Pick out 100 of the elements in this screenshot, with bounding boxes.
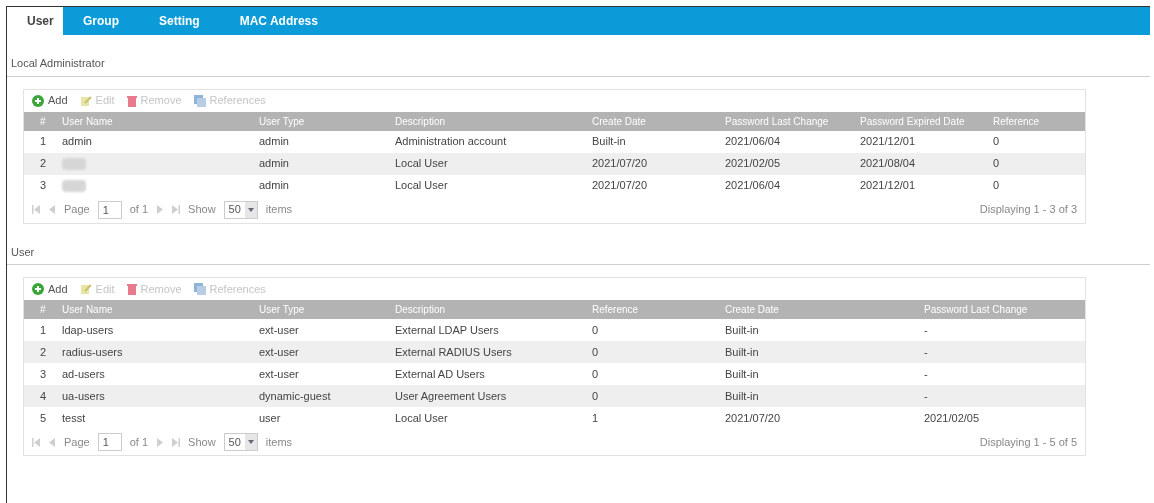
edit-icon bbox=[79, 283, 92, 295]
table-cell-text: Local User bbox=[395, 178, 449, 194]
tab[interactable]: User bbox=[7, 7, 63, 35]
table-cell-text: 0 bbox=[993, 134, 1001, 150]
table-cell-text: 1 bbox=[592, 410, 600, 426]
table-cell-text: 2021/06/04 bbox=[725, 134, 782, 150]
last-page-icon[interactable] bbox=[172, 437, 181, 447]
table-row[interactable]: 4 ua-users dynamic-guest User Agreement Users 0 Built-in - bbox=[24, 385, 1085, 407]
table-cell-text: user bbox=[259, 410, 282, 426]
table-cell-text: 0 bbox=[592, 388, 600, 404]
table-cell-text: ad-users bbox=[62, 366, 106, 382]
table-row[interactable]: 2 admin Local User 2021/07/20 2021/02/05 2021/08/04 0 bbox=[24, 152, 1085, 175]
table-cell-text: admin bbox=[259, 178, 290, 194]
column-header: Description bbox=[395, 303, 447, 317]
table-cell-text: ua-users bbox=[62, 388, 106, 404]
column-header: Description bbox=[395, 114, 447, 129]
add-icon bbox=[32, 94, 44, 107]
page-size-select[interactable]: 50 bbox=[223, 433, 258, 451]
table-cell-text: 2 bbox=[40, 344, 48, 360]
table-cell-text: 1 bbox=[40, 134, 48, 150]
table-cell-text: External LDAP Users bbox=[395, 322, 500, 338]
table-cell-text: admin bbox=[259, 156, 290, 172]
column-header: User Type bbox=[259, 114, 306, 129]
table-row[interactable]: 2 radius-users ext-user External RADIUS Users 0 Built-in - bbox=[24, 341, 1085, 363]
table-cell-text: 5 bbox=[40, 410, 48, 426]
add-icon bbox=[32, 283, 44, 295]
table-cell-text: Administration account bbox=[395, 134, 508, 150]
table-cell-text: admin bbox=[62, 134, 93, 150]
table-cell-text: Local User bbox=[395, 410, 449, 426]
toolbar-button[interactable]: Add bbox=[32, 92, 68, 109]
table-cell-text: ext-user bbox=[259, 322, 300, 338]
table-cell-text: - bbox=[924, 366, 929, 382]
table-cell-text: External RADIUS Users bbox=[395, 344, 513, 360]
previous-page-icon[interactable] bbox=[48, 205, 56, 214]
show-label: Show bbox=[188, 434, 216, 450]
blurred-name bbox=[62, 179, 86, 192]
display-summary: Displaying 1 - 5 of 5 bbox=[979, 434, 1077, 450]
previous-page-icon[interactable] bbox=[48, 437, 56, 447]
table-cell-text: 1 bbox=[40, 322, 48, 338]
table-cell-text: 0 bbox=[592, 344, 600, 360]
references-icon bbox=[193, 94, 206, 107]
table-cell-text: Built-in bbox=[725, 322, 760, 338]
table-cell-text: ext-user bbox=[259, 344, 300, 360]
table-cell-text: 2021/07/20 bbox=[725, 410, 782, 426]
table-cell-text: ext-user bbox=[259, 366, 300, 382]
references-icon bbox=[193, 283, 206, 295]
table-cell-text: 2021/12/01 bbox=[860, 178, 917, 194]
table-cell-text: radius-users bbox=[62, 344, 124, 360]
column-header: User Type bbox=[259, 303, 306, 317]
first-page-icon[interactable] bbox=[32, 437, 40, 447]
column-header: Password Last Change bbox=[725, 114, 830, 129]
show-label: Show bbox=[188, 202, 216, 218]
next-page-icon[interactable] bbox=[156, 205, 165, 214]
display-summary: Displaying 1 - 3 of 3 bbox=[979, 202, 1077, 218]
section-title: User bbox=[7, 243, 39, 265]
table-cell-text: 2021/08/04 bbox=[860, 156, 917, 172]
table-cell-text: External AD Users bbox=[395, 366, 486, 382]
table-cell-text: - bbox=[924, 344, 929, 360]
edit-icon bbox=[79, 94, 92, 107]
table-cell-text: 0 bbox=[592, 322, 600, 338]
column-header: Password Expired Date bbox=[860, 114, 966, 129]
table-cell-text: 2021/06/04 bbox=[725, 178, 782, 194]
table-cell-text: dynamic-guest bbox=[259, 388, 332, 404]
items-label: items bbox=[265, 202, 293, 218]
table-cell-text: 0 bbox=[993, 178, 1001, 194]
column-header: # bbox=[40, 114, 47, 129]
table-cell-text: 2021/07/20 bbox=[592, 156, 649, 172]
table-cell-text: 2021/02/05 bbox=[924, 410, 981, 426]
column-header: Password Last Change bbox=[924, 303, 1029, 317]
table-cell-text: 2 bbox=[40, 156, 48, 172]
table-cell-text: Built-in bbox=[725, 344, 760, 360]
toolbar-button[interactable]: Add bbox=[32, 280, 68, 298]
column-header: User Name bbox=[62, 114, 114, 129]
table-cell-text: User Agreement Users bbox=[395, 388, 508, 404]
page-field[interactable]: 1 bbox=[97, 200, 122, 219]
page-count: of 1 bbox=[129, 434, 149, 450]
column-header: Create Date bbox=[725, 303, 780, 317]
page-label: Page bbox=[64, 202, 90, 218]
blurred-name bbox=[62, 157, 86, 170]
table-cell-text: 2021/02/05 bbox=[725, 156, 782, 172]
table-cell-text: 4 bbox=[40, 388, 48, 404]
table-cell-text: Built-in bbox=[592, 134, 627, 150]
column-header: Create Date bbox=[592, 114, 647, 129]
column-header: Reference bbox=[592, 303, 640, 317]
column-header: Reference bbox=[993, 114, 1041, 129]
table-cell-text: ldap-users bbox=[62, 322, 115, 338]
last-page-icon[interactable] bbox=[172, 205, 181, 214]
trash-icon bbox=[126, 94, 137, 107]
section-title: Local Administrator bbox=[7, 55, 109, 77]
table-cell-text: - bbox=[924, 322, 929, 338]
table-cell-text: - bbox=[924, 388, 929, 404]
first-page-icon[interactable] bbox=[32, 205, 40, 214]
page-size-select[interactable]: 50 bbox=[223, 200, 258, 219]
table-cell-text: Local User bbox=[395, 156, 449, 172]
trash-icon bbox=[126, 283, 137, 295]
table-cell-text: 0 bbox=[592, 366, 600, 382]
table-cell-text: Built-in bbox=[725, 366, 760, 382]
next-page-icon[interactable] bbox=[156, 437, 165, 447]
page-field[interactable]: 1 bbox=[97, 433, 122, 451]
page-label: Page bbox=[64, 434, 90, 450]
